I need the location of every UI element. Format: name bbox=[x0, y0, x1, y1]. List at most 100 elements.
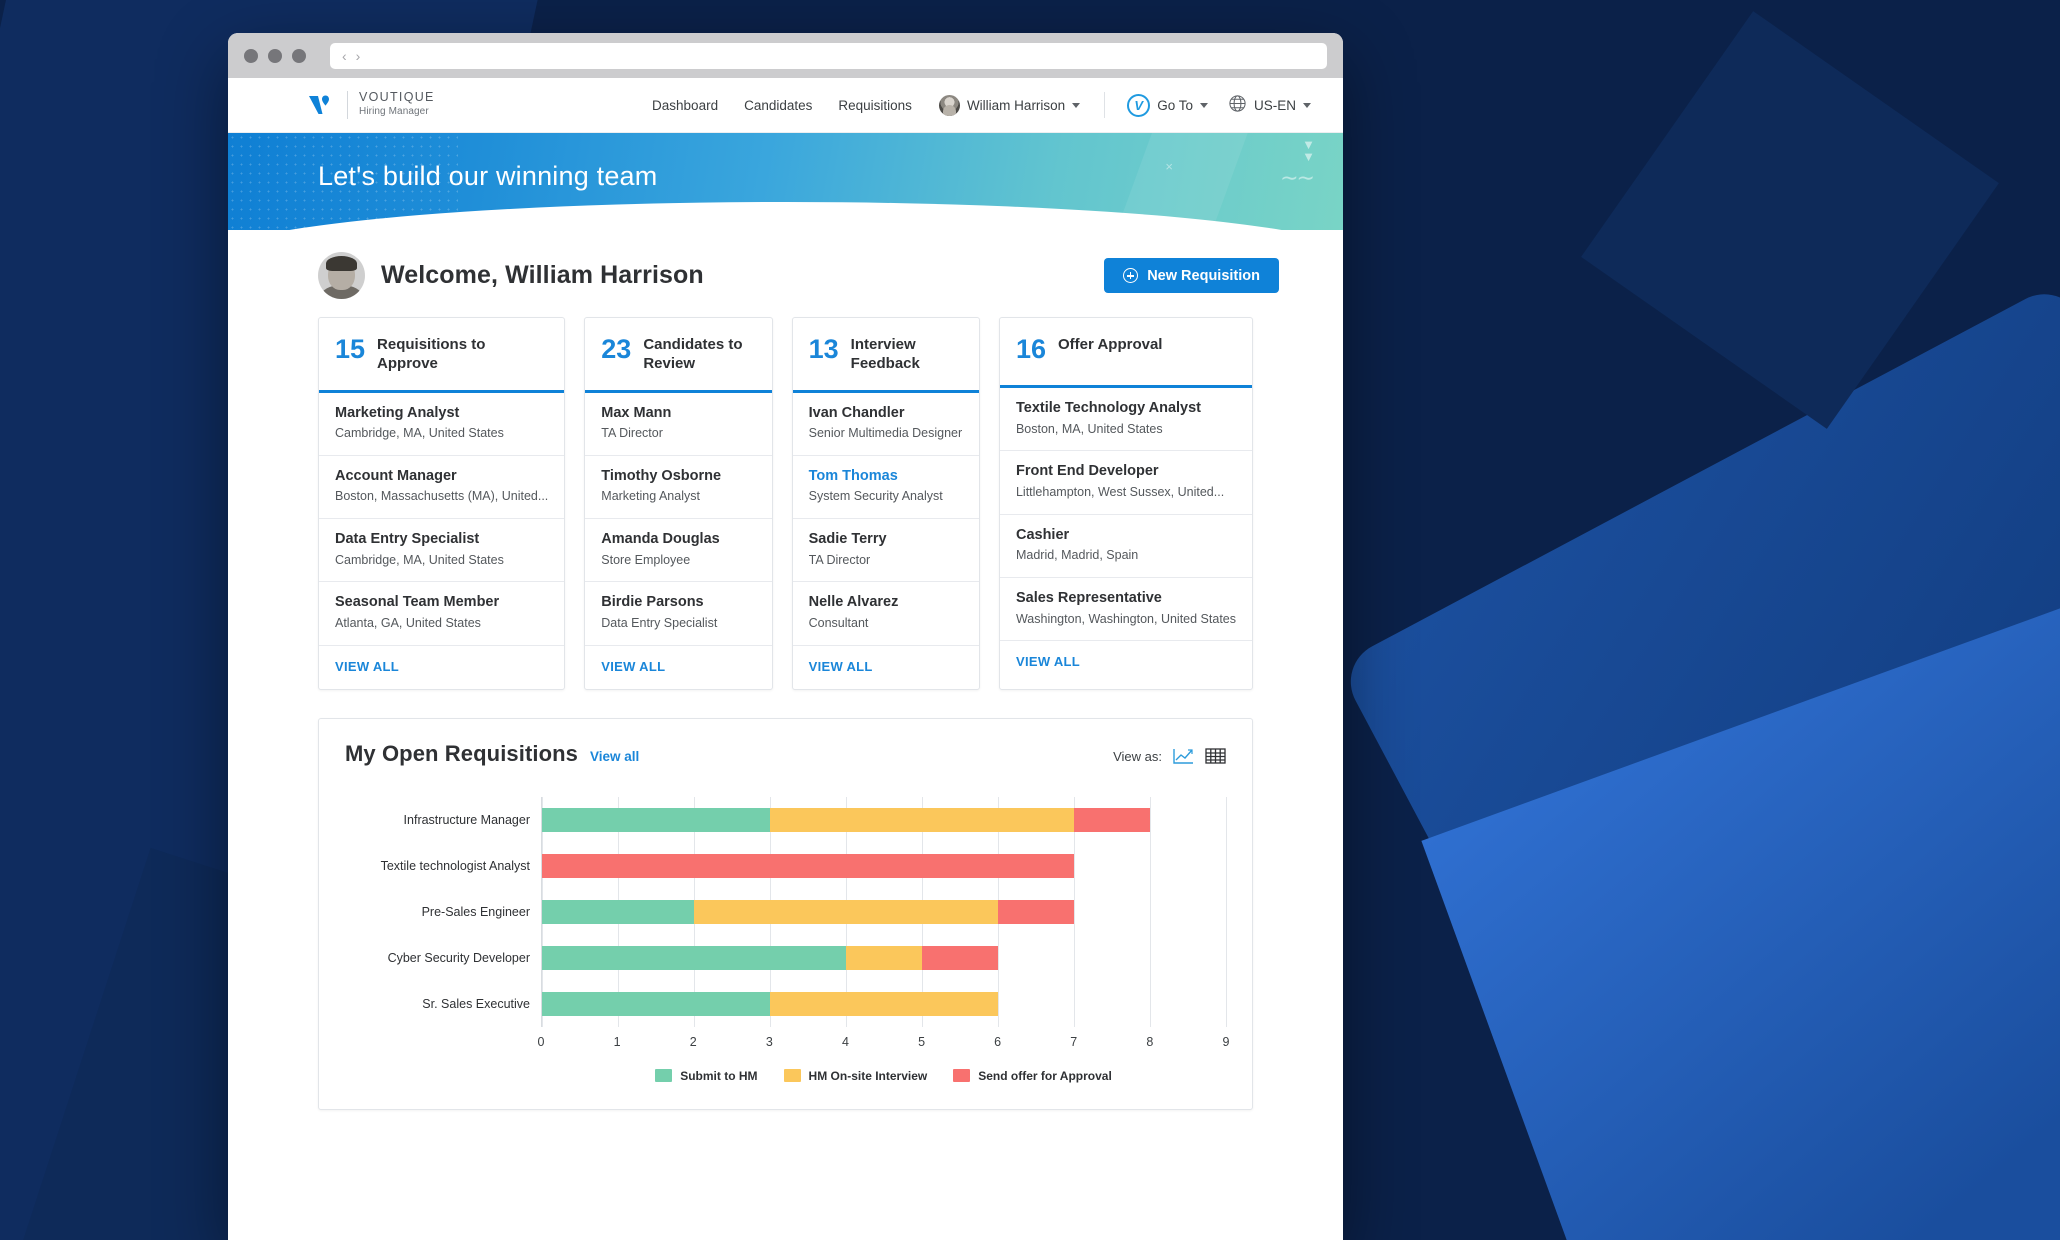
kpi-count: 13 bbox=[809, 336, 839, 363]
list-item[interactable]: Nelle AlvarezConsultant bbox=[793, 582, 979, 645]
chart-legend-label: Send offer for Approval bbox=[978, 1069, 1112, 1083]
kpi-count: 23 bbox=[601, 336, 631, 363]
list-item-primary[interactable]: Textile Technology Analyst bbox=[1016, 399, 1236, 419]
chart-x-tick-label: 5 bbox=[918, 1035, 925, 1049]
view-all-link[interactable]: VIEW ALL bbox=[335, 659, 399, 674]
list-item[interactable]: Data Entry SpecialistCambridge, MA, Unit… bbox=[319, 519, 564, 582]
list-item[interactable]: Tom ThomasSystem Security Analyst bbox=[793, 456, 979, 519]
view-all-link[interactable]: VIEW ALL bbox=[809, 659, 873, 674]
list-item[interactable]: Front End DeveloperLittlehampton, West S… bbox=[1000, 451, 1252, 514]
list-item[interactable]: Seasonal Team MemberAtlanta, GA, United … bbox=[319, 582, 564, 645]
list-item-primary[interactable]: Sales Representative bbox=[1016, 589, 1236, 609]
locale-menu[interactable]: US-EN bbox=[1218, 94, 1321, 116]
chart-bar-segment[interactable] bbox=[922, 946, 998, 970]
kpi-card-footer: VIEW ALL bbox=[319, 646, 564, 689]
kpi-card: 23Candidates to ReviewMax MannTA Directo… bbox=[584, 317, 772, 690]
chart-legend: Submit to HM HM On-site Interview Send off… bbox=[345, 1069, 1226, 1083]
chart-bar[interactable] bbox=[542, 843, 1226, 889]
list-item[interactable]: Timothy OsborneMarketing Analyst bbox=[585, 456, 771, 519]
hero-title: Let's build our winning team bbox=[228, 133, 1343, 192]
nav-item-dashboard[interactable]: Dashboard bbox=[639, 98, 731, 113]
chart-bar-segment[interactable] bbox=[846, 946, 922, 970]
requisitions-chart: Infrastructure ManagerTextile technologi… bbox=[345, 797, 1226, 1055]
new-requisition-label: New Requisition bbox=[1147, 268, 1260, 284]
nav-item-candidates[interactable]: Candidates bbox=[731, 98, 825, 113]
main-nav: Dashboard Candidates Requisitions Willia… bbox=[639, 92, 1321, 118]
list-item-primary[interactable]: Front End Developer bbox=[1016, 462, 1236, 482]
chart-legend-item[interactable]: Send offer for Approval bbox=[953, 1069, 1112, 1083]
kpi-card-header: 15Requisitions to Approve bbox=[319, 318, 564, 393]
list-item-secondary: Consultant bbox=[809, 614, 963, 633]
new-requisition-button[interactable]: New Requisition bbox=[1104, 258, 1279, 293]
list-item-primary[interactable]: Sadie Terry bbox=[809, 530, 963, 550]
chart-bar-segment[interactable] bbox=[770, 992, 998, 1016]
chart-x-tick-label: 7 bbox=[1070, 1035, 1077, 1049]
chart-legend-item[interactable]: HM On-site Interview bbox=[784, 1069, 928, 1083]
chart-bar-segment[interactable] bbox=[542, 900, 694, 924]
list-item-secondary: Boston, MA, United States bbox=[1016, 420, 1236, 439]
avatar bbox=[939, 95, 960, 116]
chart-bar[interactable] bbox=[542, 935, 1226, 981]
list-item[interactable]: Textile Technology AnalystBoston, MA, Un… bbox=[1000, 388, 1252, 451]
app-logo[interactable]: VOUTIQUE Hiring Manager bbox=[306, 90, 435, 120]
chart-bar-segment[interactable] bbox=[542, 992, 770, 1016]
panel-view-all-link[interactable]: View all bbox=[590, 749, 639, 764]
list-item-primary[interactable]: Seasonal Team Member bbox=[335, 593, 548, 613]
list-item-primary[interactable]: Account Manager bbox=[335, 467, 548, 487]
goto-menu[interactable]: V Go To bbox=[1117, 94, 1218, 117]
kpi-card: 16Offer ApprovalTextile Technology Analy… bbox=[999, 317, 1253, 690]
window-close-button[interactable] bbox=[244, 49, 258, 63]
chart-bar[interactable] bbox=[542, 797, 1226, 843]
page-content: Welcome, William Harrison New Requisitio… bbox=[228, 230, 1343, 1110]
kpi-title: Offer Approval bbox=[1058, 336, 1162, 355]
list-item-primary[interactable]: Nelle Alvarez bbox=[809, 593, 963, 613]
address-bar[interactable]: ‹ › bbox=[330, 43, 1327, 69]
view-all-link[interactable]: VIEW ALL bbox=[1016, 654, 1080, 669]
list-item-secondary: System Security Analyst bbox=[809, 487, 963, 506]
list-item[interactable]: Sales RepresentativeWashington, Washingt… bbox=[1000, 578, 1252, 641]
list-item-primary[interactable]: Amanda Douglas bbox=[601, 530, 755, 550]
chart-bar-segment[interactable] bbox=[998, 900, 1074, 924]
chart-legend-item[interactable]: Submit to HM bbox=[655, 1069, 757, 1083]
locale-label: US-EN bbox=[1254, 98, 1296, 113]
chart-bar-segment[interactable] bbox=[542, 854, 1074, 878]
kpi-card-header: 23Candidates to Review bbox=[585, 318, 771, 393]
line-chart-icon[interactable] bbox=[1173, 747, 1194, 765]
list-item-primary[interactable]: Timothy Osborne bbox=[601, 467, 755, 487]
chart-bar[interactable] bbox=[542, 981, 1226, 1027]
view-as-label: View as: bbox=[1113, 749, 1162, 764]
kpi-card-grid: 15Requisitions to ApproveMarketing Analy… bbox=[292, 317, 1279, 690]
chart-bar[interactable] bbox=[542, 889, 1226, 935]
user-menu[interactable]: William Harrison bbox=[925, 95, 1092, 116]
list-item[interactable]: Max MannTA Director bbox=[585, 393, 771, 456]
list-item[interactable]: Ivan ChandlerSenior Multimedia Designer bbox=[793, 393, 979, 456]
chart-bar-segment[interactable] bbox=[542, 808, 770, 832]
list-item-primary[interactable]: Data Entry Specialist bbox=[335, 530, 548, 550]
list-item[interactable]: Account ManagerBoston, Massachusetts (MA… bbox=[319, 456, 564, 519]
forward-icon[interactable]: › bbox=[356, 49, 361, 63]
list-item[interactable]: CashierMadrid, Madrid, Spain bbox=[1000, 515, 1252, 578]
window-maximize-button[interactable] bbox=[292, 49, 306, 63]
window-minimize-button[interactable] bbox=[268, 49, 282, 63]
back-icon[interactable]: ‹ bbox=[342, 49, 347, 63]
chart-bar-segment[interactable] bbox=[1074, 808, 1150, 832]
nav-item-requisitions[interactable]: Requisitions bbox=[825, 98, 925, 113]
goto-label: Go To bbox=[1157, 98, 1193, 113]
chart-bar-segment[interactable] bbox=[770, 808, 1074, 832]
list-item-primary[interactable]: Ivan Chandler bbox=[809, 404, 963, 424]
chart-bar-segment[interactable] bbox=[694, 900, 998, 924]
list-item[interactable]: Sadie TerryTA Director bbox=[793, 519, 979, 582]
list-item[interactable]: Birdie ParsonsData Entry Specialist bbox=[585, 582, 771, 645]
list-item-primary[interactable]: Cashier bbox=[1016, 526, 1236, 546]
chart-x-tick-label: 0 bbox=[538, 1035, 545, 1049]
list-item-secondary: Cambridge, MA, United States bbox=[335, 551, 548, 570]
table-grid-icon[interactable] bbox=[1205, 747, 1226, 765]
list-item-primary[interactable]: Tom Thomas bbox=[809, 467, 963, 487]
chart-bar-segment[interactable] bbox=[542, 946, 846, 970]
list-item[interactable]: Marketing AnalystCambridge, MA, United S… bbox=[319, 393, 564, 456]
list-item-primary[interactable]: Max Mann bbox=[601, 404, 755, 424]
list-item[interactable]: Amanda DouglasStore Employee bbox=[585, 519, 771, 582]
list-item-primary[interactable]: Marketing Analyst bbox=[335, 404, 548, 424]
list-item-primary[interactable]: Birdie Parsons bbox=[601, 593, 755, 613]
view-all-link[interactable]: VIEW ALL bbox=[601, 659, 665, 674]
